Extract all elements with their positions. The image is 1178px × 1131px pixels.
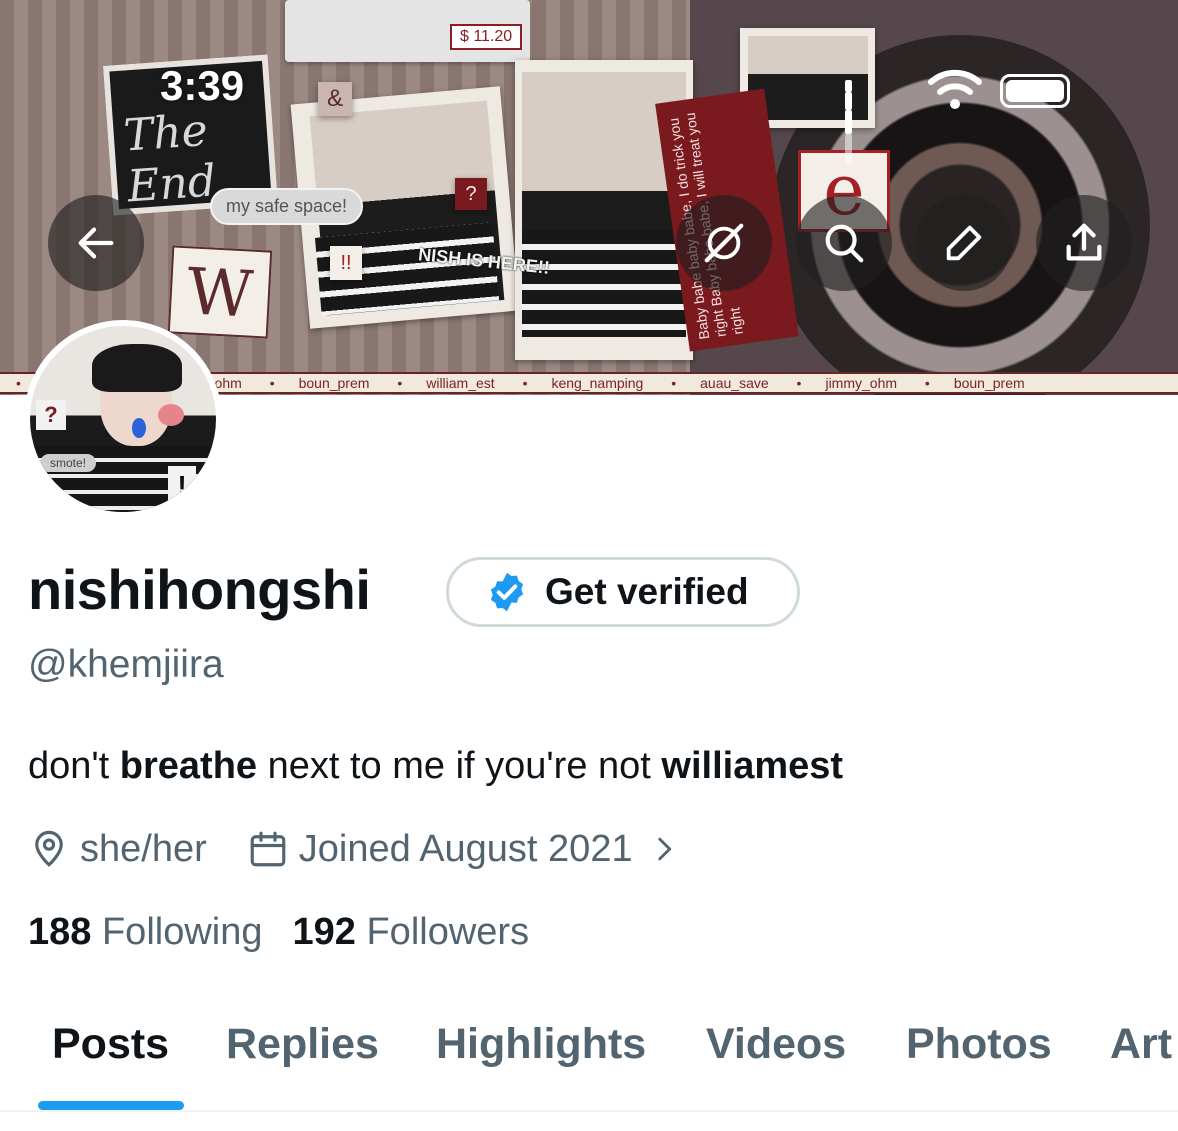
ticker-item: jimmy_ohm xyxy=(825,375,898,391)
following-count: 188 xyxy=(28,911,92,953)
tab-videos[interactable]: Videos xyxy=(706,1020,846,1069)
followers-count: 192 xyxy=(292,911,356,953)
following-link[interactable]: 188 Following xyxy=(28,911,263,953)
active-tab-indicator xyxy=(38,1101,184,1110)
following-label: Following xyxy=(101,911,263,953)
safe-space-bubble: my safe space! xyxy=(210,188,364,225)
bio-text: don't xyxy=(28,745,120,787)
ticker-item: boun_prem xyxy=(298,375,370,391)
followers-label: Followers xyxy=(366,911,530,953)
battery-icon xyxy=(1000,74,1070,108)
avatar-blush xyxy=(158,404,184,426)
ticker-item: william_est xyxy=(426,375,495,391)
amp-card: & xyxy=(318,82,352,116)
tab-highlights[interactable]: Highlights xyxy=(436,1020,646,1069)
grok-icon xyxy=(704,223,744,263)
status-time: 3:39 xyxy=(160,62,245,109)
profile-bio: don't breathe next to me if you're not w… xyxy=(28,745,843,788)
avatar-question-card: ? xyxy=(36,400,66,430)
signal-icon xyxy=(845,74,856,164)
wifi-icon xyxy=(928,69,982,109)
avatar[interactable]: ? smote! ! xyxy=(24,320,222,518)
share-icon xyxy=(1066,223,1102,261)
exclaim-card: !! xyxy=(330,246,362,280)
ticker-item: boun_prem xyxy=(953,375,1025,391)
profile-meta: she/her Joined August 2021 xyxy=(28,826,681,872)
verified-badge-icon xyxy=(490,572,524,612)
back-button[interactable] xyxy=(48,195,144,291)
share-button[interactable] xyxy=(1036,195,1132,291)
avatar-tear xyxy=(132,418,146,438)
avatar-hair xyxy=(92,344,182,392)
search-icon xyxy=(825,224,864,263)
bio-bold-text: breathe xyxy=(119,745,258,787)
price-label: $ 11.20 xyxy=(450,24,523,50)
followers-link[interactable]: 192 Followers xyxy=(293,911,530,953)
pencil-icon xyxy=(946,225,982,261)
grok-button[interactable] xyxy=(676,195,772,291)
profile-tabs: Posts Replies Highlights Videos Photos A… xyxy=(0,1018,1178,1111)
question-card: ? xyxy=(455,178,487,210)
w-letter-card: W xyxy=(167,245,273,339)
edit-button[interactable] xyxy=(916,195,1012,291)
ticker-item: keng_namping xyxy=(551,375,644,391)
location-pin-icon xyxy=(35,830,63,867)
tab-posts[interactable]: Posts xyxy=(52,1020,169,1069)
tab-photos[interactable]: Photos xyxy=(906,1020,1052,1069)
tabs-divider xyxy=(0,1110,1178,1112)
joined-date-link[interactable]: Joined August 2021 xyxy=(299,828,633,871)
bio-mention-text: williamest xyxy=(661,745,844,787)
photo-center-shirt xyxy=(522,230,686,337)
ticker-item: auau_save xyxy=(700,375,769,391)
follow-stats: 188 Following 192 Followers xyxy=(28,911,529,954)
calendar-icon xyxy=(250,831,286,867)
profile-handle: @khemjiira xyxy=(28,643,224,686)
avatar-exclaim-card: ! xyxy=(168,466,196,506)
pronouns-text: she/her xyxy=(80,827,207,870)
display-name: nishihongshi xyxy=(28,558,371,621)
avatar-smote-bubble: smote! xyxy=(40,454,97,472)
bio-text: next to me if you're not xyxy=(257,745,662,787)
search-button[interactable] xyxy=(796,195,892,291)
arrow-left-icon xyxy=(78,227,114,259)
get-verified-button[interactable]: Get verified xyxy=(446,557,800,627)
get-verified-label: Get verified xyxy=(545,571,749,612)
tab-replies[interactable]: Replies xyxy=(226,1020,379,1069)
chevron-right-icon[interactable] xyxy=(647,832,681,866)
tab-art[interactable]: Art xyxy=(1110,1020,1172,1069)
